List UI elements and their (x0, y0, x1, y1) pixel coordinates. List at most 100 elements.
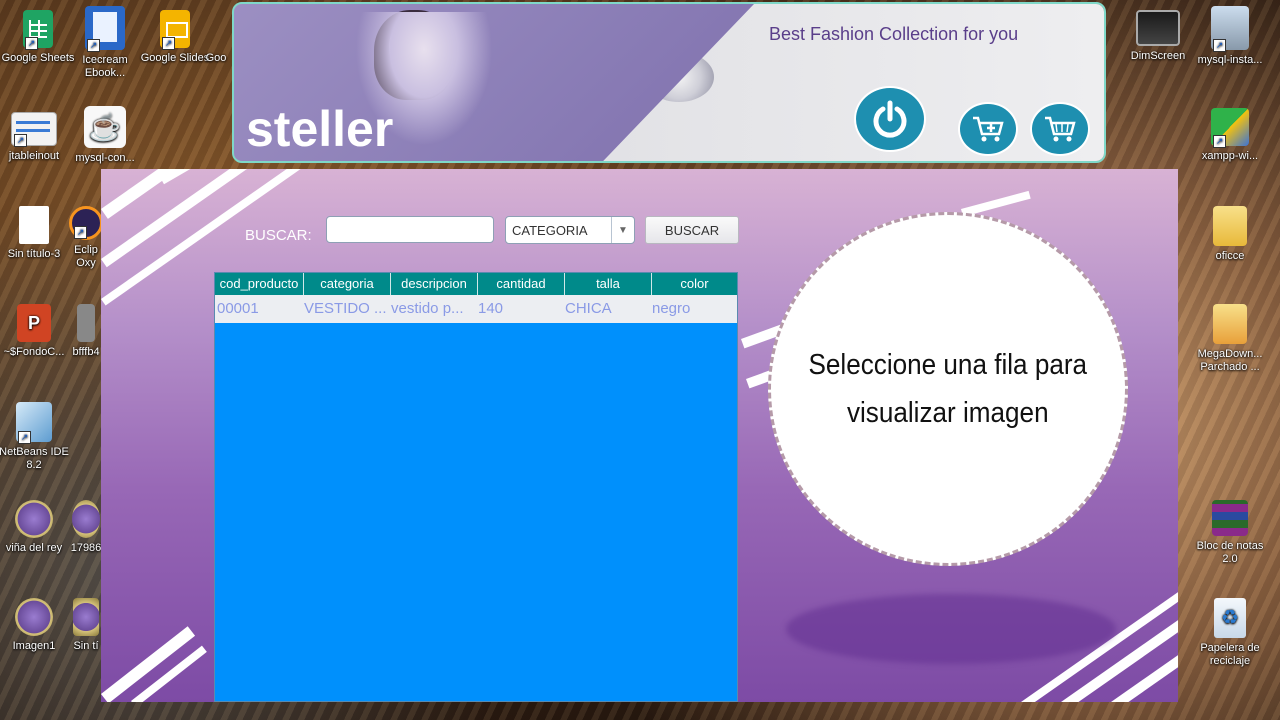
powerpoint-icon: P (17, 304, 51, 342)
folder-icon (1213, 206, 1247, 246)
desktop-icon-label: 17986 (70, 542, 102, 554)
desktop-icon-label: Eclip Oxy (74, 244, 98, 269)
desktop-icon-oficce[interactable]: oficce (1192, 206, 1268, 263)
desktop-icon-netbeans[interactable]: ↗ NetBeans IDE 8.2 (0, 402, 72, 472)
desktop-icon-label: mysql-insta... (1197, 54, 1263, 66)
eclipse-icon: ↗ (69, 206, 103, 240)
desktop-icon-bloc-de-notas[interactable]: Bloc de notas 2.0 (1192, 500, 1268, 566)
desktop-icon-label: Icecream Ebook... (82, 54, 128, 79)
icecream-ebook-icon: ↗ (85, 6, 125, 52)
desktop-icon-bfffb4[interactable]: bfffb4 (66, 304, 106, 359)
desktop-icon-label: viña del rey (5, 542, 63, 554)
column-header[interactable]: descripcion (391, 273, 478, 295)
image-preview: Seleccione una fila para visualizar imag… (768, 212, 1128, 566)
search-label: BUSCAR: (245, 227, 312, 244)
google-sheets-icon: ↗ (23, 10, 53, 50)
table-cell[interactable]: 00001 (215, 295, 302, 323)
column-header[interactable]: talla (565, 273, 652, 295)
tagline: Best Fashion Collection for you (769, 24, 1019, 44)
desktop-icon-mysql-con[interactable]: ☕ mysql-con... (67, 106, 143, 165)
file-icon: ↗ (11, 112, 57, 147)
desktop-icon-label: jtableinout (8, 150, 60, 162)
desktop-icon-label: ~$FondoC... (3, 346, 65, 358)
search-input[interactable] (326, 216, 494, 243)
desktop-icon-label: NetBeans IDE 8.2 (0, 446, 69, 471)
table-cell[interactable]: CHICA (563, 295, 650, 323)
desktop-icon-dimscreen[interactable]: DimScreen (1120, 10, 1196, 63)
category-select[interactable]: CATEGORIA ▼ (505, 216, 635, 244)
desktop-icon-label: MegaDown... Parchado ... (1197, 348, 1263, 373)
search-button[interactable]: BUSCAR (645, 216, 739, 244)
folder-icon (1213, 304, 1247, 344)
brand-logo: steller (246, 101, 394, 157)
desktop-icon-xampp[interactable]: ↗ xampp-wi... (1192, 108, 1268, 163)
table-row[interactable]: 00001 VESTIDO ... vestido p... 140 CHICA… (215, 295, 737, 323)
cart-add-icon (973, 116, 1004, 142)
column-header[interactable]: cantidad (478, 273, 565, 295)
column-header[interactable]: cod_producto (215, 273, 304, 295)
desktop-icon-imagen1[interactable]: Imagen1 (0, 598, 72, 653)
desktop-icon-label: Bloc de notas 2.0 (1196, 540, 1264, 565)
column-header[interactable]: color (652, 273, 737, 295)
installer-icon: ↗ (1211, 6, 1249, 52)
table-cell[interactable]: negro (650, 295, 735, 323)
desktop-icon-17986[interactable]: 17986 (66, 500, 106, 555)
cart-button[interactable] (1030, 102, 1090, 156)
product-window: BUSCAR: CATEGORIA ▼ BUSCAR cod_producto … (101, 169, 1178, 702)
column-header[interactable]: categoria (304, 273, 391, 295)
dimscreen-icon (1136, 10, 1180, 46)
desktop-icon-mysql-installer[interactable]: ↗ mysql-insta... (1192, 6, 1268, 67)
desktop-icon-fondo-ppt[interactable]: P ~$FondoC... (0, 304, 72, 359)
desktop-icon-label: Sin título-3 (7, 248, 61, 260)
desktop-icon-sin-ti[interactable]: Sin tí (66, 598, 106, 653)
table-cell[interactable]: VESTIDO ... (302, 295, 389, 323)
netbeans-icon: ↗ (16, 402, 52, 444)
preview-hint-line1: Seleccione una fila para (808, 349, 1088, 381)
desktop-icon-google-docs[interactable]: Goo (196, 10, 236, 65)
desktop-icon-label: bfffb4 (72, 346, 100, 358)
image-icon (15, 598, 53, 636)
desktop-icon-label: DimScreen (1130, 50, 1186, 62)
desktop-icon-sin-titulo-3[interactable]: Sin título-3 (0, 206, 72, 261)
recycle-bin-icon: ♻ (1214, 598, 1246, 638)
java-icon: ☕ (84, 106, 126, 148)
desktop-icon-label: oficce (1215, 250, 1245, 262)
desktop-icon-google-sheets[interactable]: ↗ Google Sheets (0, 10, 76, 65)
chevron-down-icon: ▼ (611, 217, 634, 243)
desktop-icon-eclipse[interactable]: ↗ Eclip Oxy (66, 206, 106, 270)
image-icon (73, 598, 99, 636)
desktop-icon-label: mysql-con... (75, 152, 135, 164)
desktop-icon-megadown[interactable]: MegaDown... Parchado ... (1192, 304, 1268, 374)
google-slides-icon: ↗ (160, 10, 190, 50)
image-icon (72, 500, 100, 538)
power-button[interactable] (854, 86, 926, 152)
desktop-icon-label: xampp-wi... (1201, 150, 1259, 162)
preview-hint-line2: visualizar imagen (847, 397, 1049, 429)
products-table: cod_producto categoria descripcion canti… (214, 272, 738, 702)
desktop-icon-label: Goo (205, 52, 227, 64)
desktop-icon-label: Imagen1 (12, 640, 56, 652)
category-selected-value: CATEGORIA (512, 223, 588, 238)
desktop-icon-jtableinout[interactable]: ↗ jtableinout (0, 112, 72, 163)
desktop-icon-label: Papelera de reciclaje (1200, 642, 1260, 667)
decor-stripe (101, 169, 287, 268)
cart-icon (1045, 116, 1076, 142)
google-docs-icon (206, 10, 226, 48)
desktop-icon-label: Sin tí (73, 640, 99, 652)
xampp-installer-icon: ↗ (1211, 108, 1249, 148)
table-cell[interactable]: 140 (476, 295, 563, 323)
desktop-icon-label: Google Sheets (1, 52, 75, 64)
desktop-icon-papelera[interactable]: ♻ Papelera de reciclaje (1192, 598, 1268, 668)
image-icon (15, 500, 53, 538)
table-header: cod_producto categoria descripcion canti… (215, 273, 737, 295)
blank-file-icon (19, 206, 49, 244)
power-icon (873, 100, 907, 138)
circle-shadow (786, 594, 1116, 664)
desktop-icon-vina-del-rey[interactable]: viña del rey (0, 500, 72, 555)
desktop-icon-icecream-ebook[interactable]: ↗ Icecream Ebook... (67, 6, 143, 80)
add-to-cart-button[interactable] (958, 102, 1018, 156)
banner-header: steller Best Fashion Collection for you (232, 2, 1106, 163)
image-file-icon (77, 304, 95, 342)
winrar-icon (1212, 500, 1248, 536)
table-cell[interactable]: vestido p... (389, 295, 476, 323)
